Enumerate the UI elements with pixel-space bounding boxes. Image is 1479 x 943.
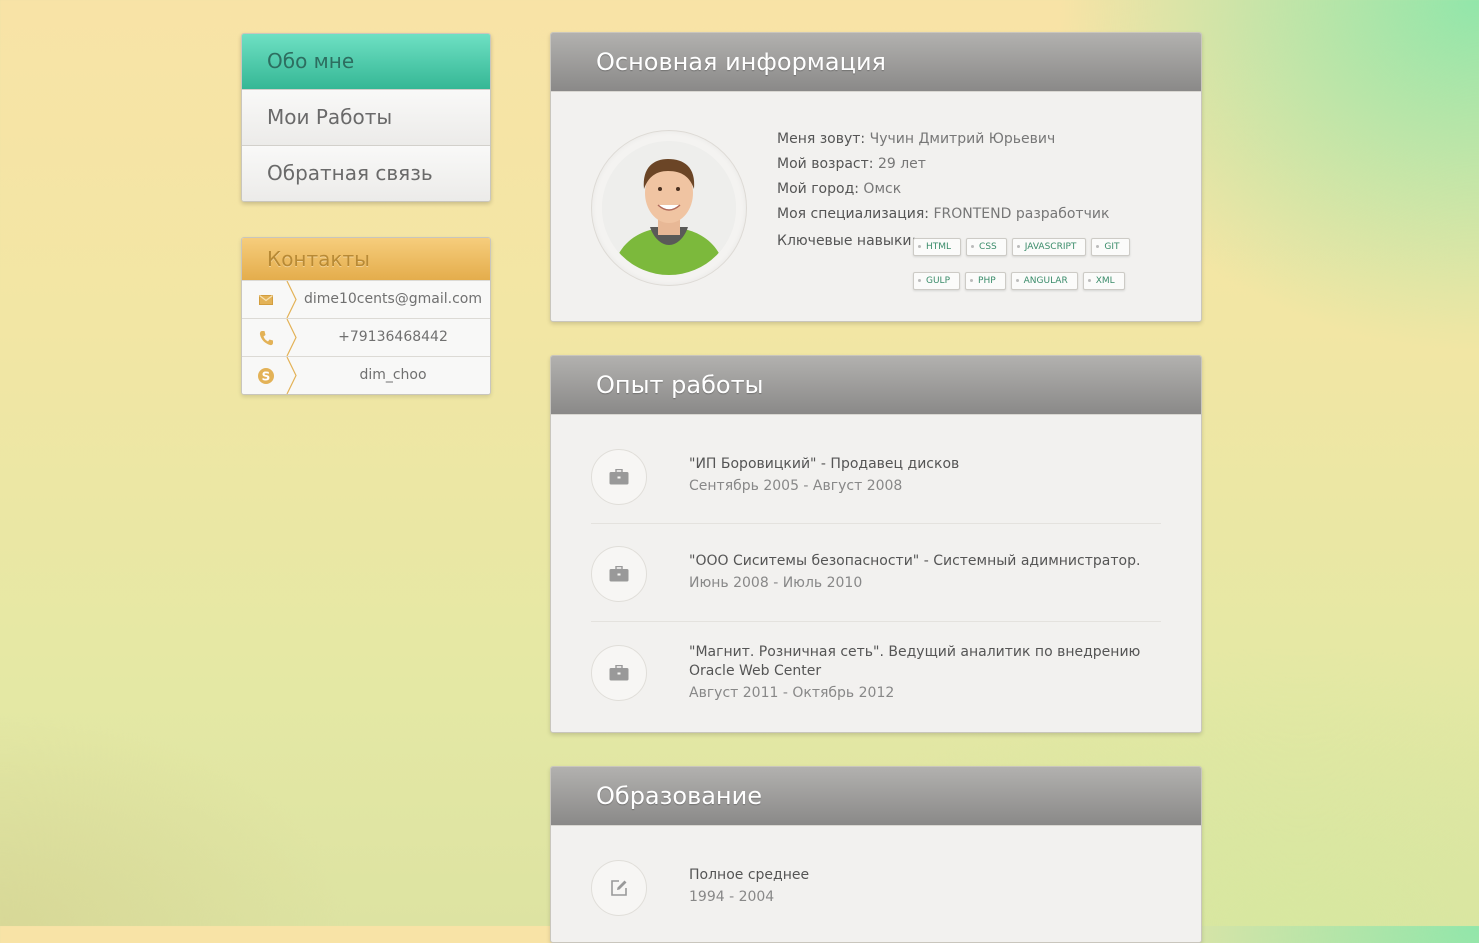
info-name: Меня зовут: Чучин Дмитрий Юрьевич (777, 127, 1109, 152)
skill-tag: JAVASCRIPT (1011, 238, 1087, 256)
contact-skype-row[interactable]: S dim_choo (242, 356, 490, 394)
job-title: "ООО Сиситемы безопасности" - Системный … (689, 553, 1141, 569)
contact-email[interactable]: dime10cents@gmail.com (290, 281, 490, 318)
education-date: 1994 - 2004 (689, 889, 775, 905)
job-date: Июнь 2008 - Июль 2010 (689, 575, 863, 591)
contacts-title: Контакты (242, 238, 490, 280)
info-spec: Моя специализация: FRONTEND разработчик (777, 202, 1109, 227)
info-panel-title: Основная информация (551, 33, 1201, 92)
job-text: "ООО Сиситемы безопасности" - Системный … (689, 552, 1159, 593)
skill-tag: PHP (965, 272, 1006, 290)
briefcase-icon (591, 449, 647, 505)
info-name-label: Меня зовут: (777, 131, 866, 147)
divider (591, 621, 1161, 622)
job-date: Август 2011 - Октябрь 2012 (689, 685, 895, 701)
info-age-value: 29 лет (877, 156, 926, 172)
skill-tag: XML (1082, 272, 1125, 290)
info-city: Мой город: Омск (777, 177, 1109, 202)
sidebar: Обо мне Мои Работы Обратная связь Контак… (241, 33, 491, 395)
job-title: "ИП Боровицкий" - Продавец дисков (689, 456, 960, 472)
education-title: Полное среднее (689, 867, 810, 883)
briefcase-icon (591, 546, 647, 602)
contact-skype[interactable]: dim_choo (290, 357, 490, 394)
education-panel-title: Образование (551, 767, 1201, 826)
skill-tag: HTML (913, 238, 962, 256)
skill-tag: CSS (966, 238, 1007, 256)
svg-text:S: S (262, 369, 271, 383)
job-date: Сентябрь 2005 - Август 2008 (689, 478, 903, 494)
info-city-value: Омск (863, 181, 902, 197)
education-text: Полное среднее 1994 - 2004 (689, 866, 1159, 907)
mail-icon (242, 281, 297, 318)
info-panel: Основная информация Меня зовут: Чучин Дм… (550, 32, 1202, 322)
info-age-label: Мой возраст: (777, 156, 874, 172)
work-panel: Опыт работы "ИП Боровицкий" - Продавец д… (550, 355, 1202, 733)
skype-icon: S (242, 357, 297, 394)
skill-tag: GIT (1091, 238, 1130, 256)
avatar (602, 141, 736, 275)
contact-email-row[interactable]: dime10cents@gmail.com (242, 280, 490, 318)
info-spec-label: Моя специализация: (777, 206, 930, 222)
contacts-widget: Контакты dime10cents@gmail.com +79136468… (241, 237, 491, 395)
job-text: "ИП Боровицкий" - Продавец дисков Сентяб… (689, 455, 1159, 496)
briefcase-icon (591, 645, 647, 701)
menu-item-works[interactable]: Мои Работы (242, 89, 490, 145)
info-age: Мой возраст: 29 лет (777, 152, 1109, 177)
divider (591, 523, 1161, 524)
info-list: Меня зовут: Чучин Дмитрий Юрьевич Мой во… (777, 127, 1109, 227)
skill-tag: ANGULAR (1010, 272, 1078, 290)
skills-tags: HTML CSS JAVASCRIPT GIT GULP PHP ANGULAR XML (913, 234, 1153, 302)
info-spec-value: FRONTEND разработчик (933, 206, 1110, 222)
contact-phone-row[interactable]: +79136468442 (242, 318, 490, 356)
job-text: "Магнит. Розничная сеть". Ведущий аналит… (689, 643, 1159, 703)
info-city-label: Мой город: (777, 181, 859, 197)
skill-tag: GULP (913, 272, 961, 290)
edit-icon (591, 860, 647, 916)
skills-label: Ключевые навыки: (777, 233, 917, 249)
menu-item-feedback[interactable]: Обратная связь (242, 145, 490, 201)
phone-icon (242, 319, 297, 356)
info-name-value: Чучин Дмитрий Юрьевич (869, 131, 1056, 147)
main-menu: Обо мне Мои Работы Обратная связь (241, 33, 491, 202)
contact-phone[interactable]: +79136468442 (290, 319, 490, 356)
avatar-frame (591, 130, 747, 286)
work-panel-title: Опыт работы (551, 356, 1201, 415)
education-panel: Образование Полное среднее 1994 - 2004 (550, 766, 1202, 943)
menu-item-about[interactable]: Обо мне (242, 34, 490, 89)
job-title: "Магнит. Розничная сеть". Ведущий аналит… (689, 644, 1141, 679)
